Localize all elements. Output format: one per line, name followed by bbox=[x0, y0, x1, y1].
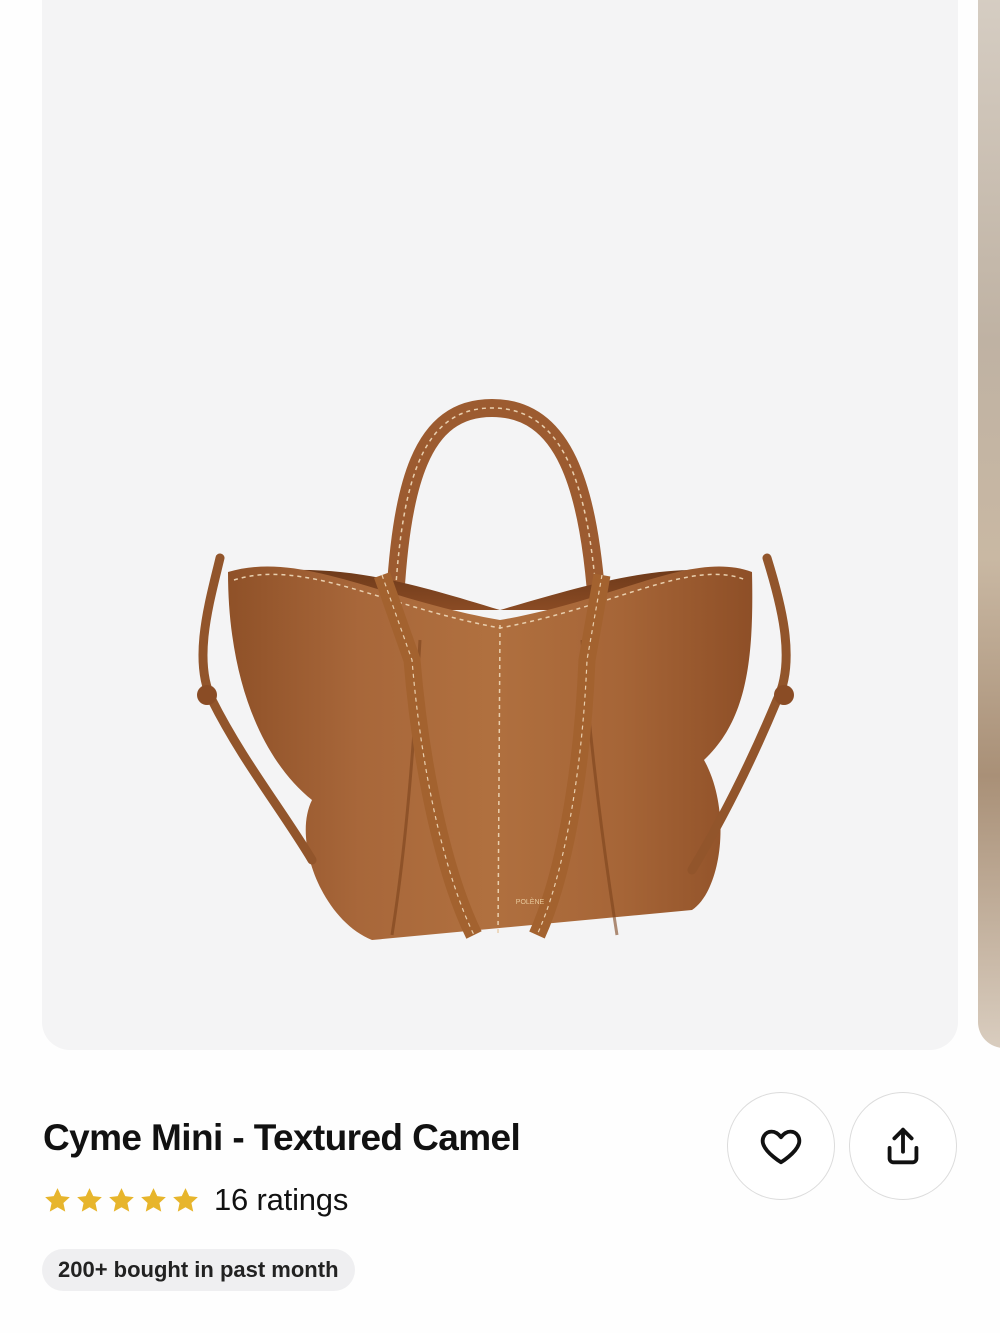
next-product-image-peek[interactable] bbox=[978, 0, 1000, 1048]
star-icon bbox=[109, 1187, 134, 1212]
heart-icon bbox=[760, 1129, 802, 1165]
product-image-gallery[interactable]: POLÈNE bbox=[42, 0, 958, 1050]
star-icon bbox=[77, 1187, 102, 1212]
star-rating bbox=[43, 1186, 200, 1215]
share-button[interactable] bbox=[849, 1092, 957, 1200]
star-icon bbox=[173, 1187, 198, 1212]
product-page: POLÈNE Cyme Mini - Textured Camel 16 rat… bbox=[0, 0, 1000, 1333]
favorite-button[interactable] bbox=[727, 1092, 835, 1200]
brand-mark: POLÈNE bbox=[516, 897, 545, 906]
star-icon bbox=[45, 1187, 70, 1212]
star-icon bbox=[141, 1187, 166, 1212]
product-image: POLÈNE bbox=[197, 398, 794, 940]
ratings-count[interactable]: 16 ratings bbox=[214, 1182, 348, 1218]
share-icon bbox=[887, 1127, 919, 1165]
product-title: Cyme Mini - Textured Camel bbox=[43, 1117, 521, 1158]
rating-row[interactable]: 16 ratings bbox=[43, 1180, 348, 1220]
purchase-count-badge: 200+ bought in past month bbox=[42, 1249, 355, 1291]
